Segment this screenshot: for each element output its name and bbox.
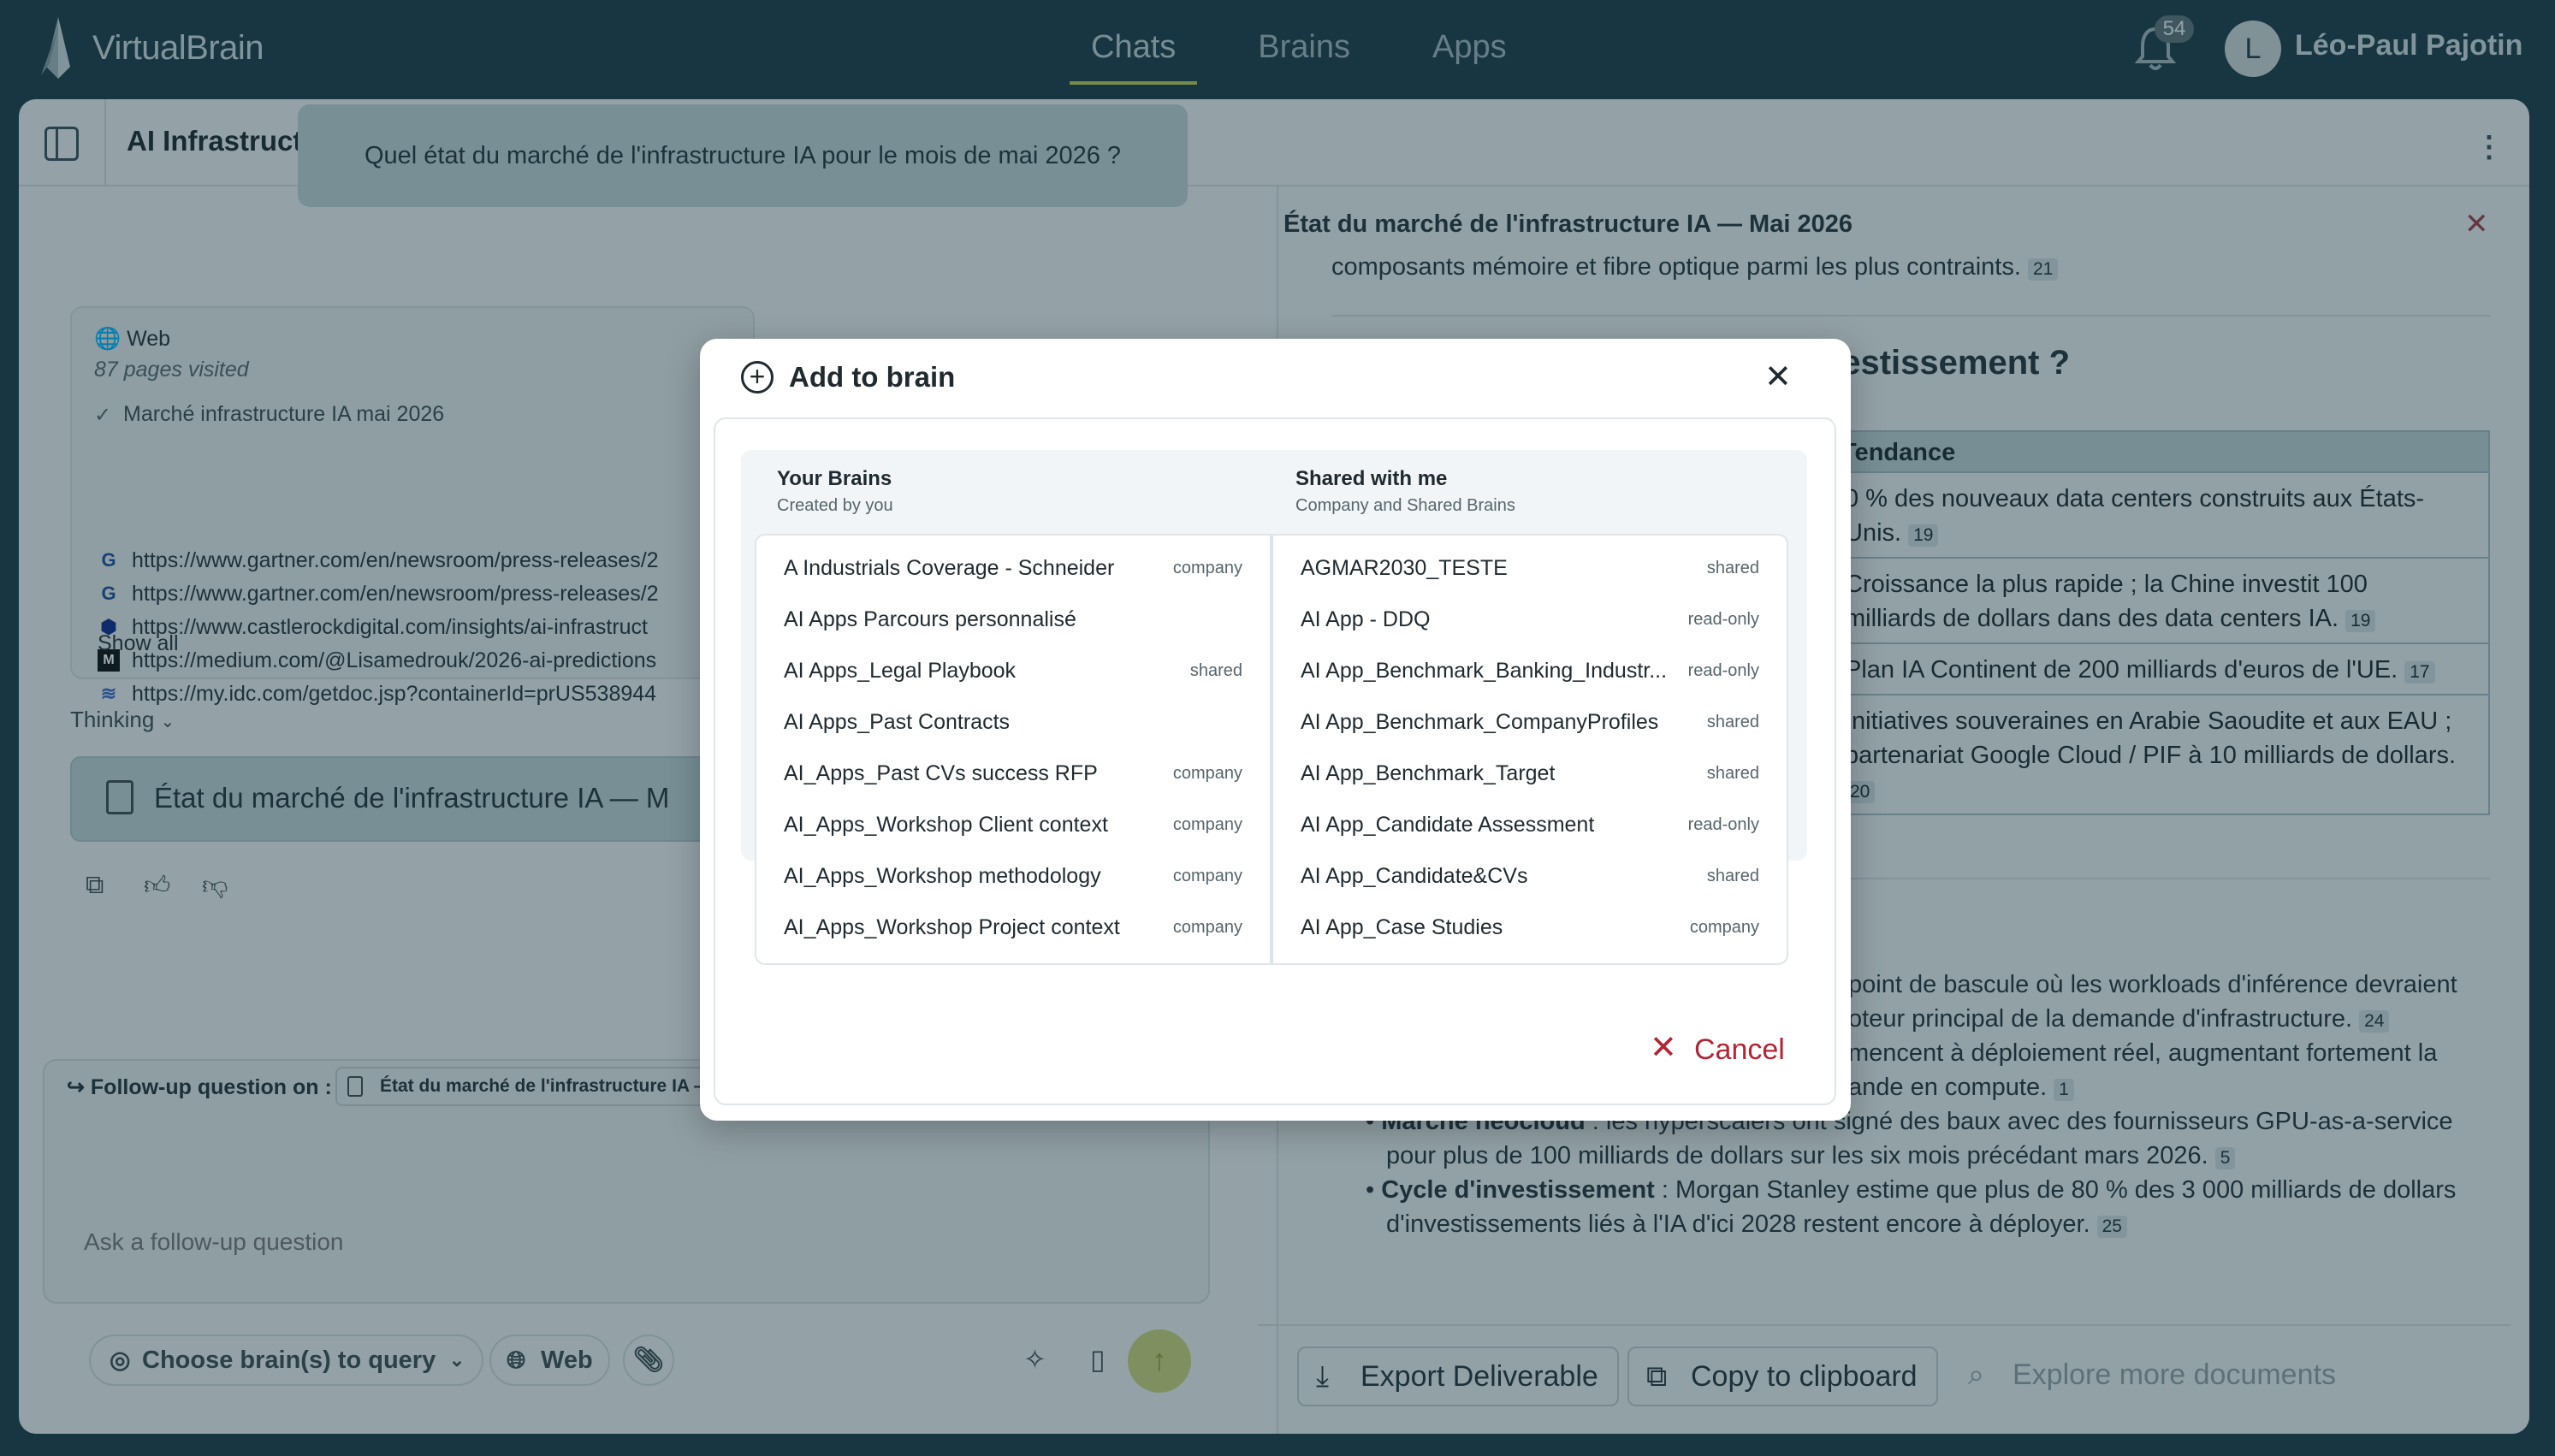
brain-name: AI_Apps_Past CVs success RFP bbox=[784, 761, 1098, 785]
your-brains-list: A Industrials Coverage - Schneider compan… bbox=[755, 534, 1272, 965]
brain-tag: read-only bbox=[1687, 609, 1759, 629]
add-to-brain-modal: + Add to brain ✕ Your Brains Created by … bbox=[700, 339, 1851, 1121]
brain-item[interactable]: AI_Apps_Workshop Project context company bbox=[756, 902, 1270, 953]
brain-tag: read-only bbox=[1687, 660, 1759, 680]
cancel-button[interactable]: ✕ Cancel bbox=[1650, 1028, 1829, 1073]
brain-name: AI Apps_Past Contracts bbox=[784, 709, 1011, 734]
shared-brains-list: AGMAR2030_TESTE shared AI App - DDQ read-o… bbox=[1272, 534, 1788, 965]
your-brains-title: Your Brains bbox=[777, 467, 892, 490]
brain-name: AI App_Case Studies bbox=[1301, 914, 1503, 939]
brain-name: AGMAR2030_TESTE bbox=[1301, 555, 1508, 580]
brain-name: AI_Apps_Workshop Client context bbox=[784, 812, 1108, 837]
your-brains-subtitle: Created by you bbox=[777, 496, 893, 515]
brain-item[interactable]: AI App_Benchmark_Banking_Industr... read-… bbox=[1273, 645, 1787, 696]
brain-name: AI App_Benchmark_CompanyProfiles bbox=[1301, 709, 1659, 734]
brain-item[interactable]: AI_Apps_Workshop Client context company bbox=[756, 799, 1270, 850]
brain-item[interactable]: AI_Apps_Past CVs success RFP company bbox=[756, 748, 1270, 799]
brain-name: AI App_Benchmark_Target bbox=[1301, 761, 1556, 785]
brain-tag: shared bbox=[1706, 866, 1759, 885]
brain-tag: company bbox=[1689, 917, 1759, 937]
brain-tag: company bbox=[1172, 814, 1242, 834]
brain-name: AI_Apps_Workshop methodology bbox=[784, 863, 1101, 888]
shared-brains-title: Shared with me bbox=[1295, 467, 1448, 490]
brain-item[interactable]: AGMAR2030_TESTE shared bbox=[1273, 542, 1787, 594]
brain-tag: read-only bbox=[1687, 814, 1759, 834]
brain-item[interactable]: AI_Apps_Workshop methodology company bbox=[756, 850, 1270, 902]
brain-item[interactable]: AI Apps Parcours personnalisé bbox=[756, 594, 1270, 645]
brain-name: AI App_Candidate Assessment bbox=[1301, 812, 1595, 837]
close-icon: ✕ bbox=[1650, 1030, 1677, 1066]
brain-tag: shared bbox=[1706, 763, 1759, 783]
brain-tag: company bbox=[1172, 866, 1242, 885]
brain-item[interactable]: A Industrials Coverage - Schneider compan… bbox=[756, 542, 1270, 594]
plus-circle-icon: + bbox=[741, 361, 774, 394]
brain-tag: company bbox=[1172, 917, 1242, 937]
brain-name: AI App - DDQ bbox=[1301, 607, 1431, 631]
modal-title: Add to brain bbox=[789, 361, 956, 393]
brain-item[interactable]: AI App - DDQ read-only bbox=[1273, 594, 1787, 645]
brain-item[interactable]: AI App_Case Studies company bbox=[1273, 902, 1787, 953]
brain-name: AI Apps_Legal Playbook bbox=[784, 658, 1017, 683]
close-icon[interactable]: ✕ bbox=[1764, 358, 1792, 396]
brain-item[interactable]: AI Apps_Legal Playbook shared bbox=[756, 645, 1270, 696]
brain-tag: shared bbox=[1706, 712, 1759, 731]
brain-tag: company bbox=[1172, 763, 1242, 783]
brain-name: AI App_Candidate&CVs bbox=[1301, 863, 1528, 888]
brain-name: AI App_Benchmark_Banking_Industr... bbox=[1301, 658, 1668, 683]
brain-item[interactable]: AI App_Benchmark_CompanyProfiles shared bbox=[1273, 696, 1787, 748]
brain-tag: company bbox=[1172, 558, 1242, 577]
cancel-label: Cancel bbox=[1694, 1033, 1785, 1066]
brain-tag: shared bbox=[1706, 558, 1759, 577]
brain-name: A Industrials Coverage - Schneider bbox=[784, 555, 1115, 580]
brain-item[interactable]: AI App_Candidate&CVs shared bbox=[1273, 850, 1787, 902]
brain-name: AI_Apps_Workshop Project context bbox=[784, 914, 1120, 939]
brain-name: AI Apps Parcours personnalisé bbox=[784, 607, 1076, 631]
brain-item[interactable]: AI App_Candidate Assessment read-only bbox=[1273, 799, 1787, 850]
shared-brains-subtitle: Company and Shared Brains bbox=[1295, 496, 1515, 515]
brain-item[interactable]: AI Apps_Past Contracts bbox=[756, 696, 1270, 748]
brain-item[interactable]: AI App_Benchmark_Target shared bbox=[1273, 748, 1787, 799]
brain-tag: shared bbox=[1189, 660, 1242, 680]
